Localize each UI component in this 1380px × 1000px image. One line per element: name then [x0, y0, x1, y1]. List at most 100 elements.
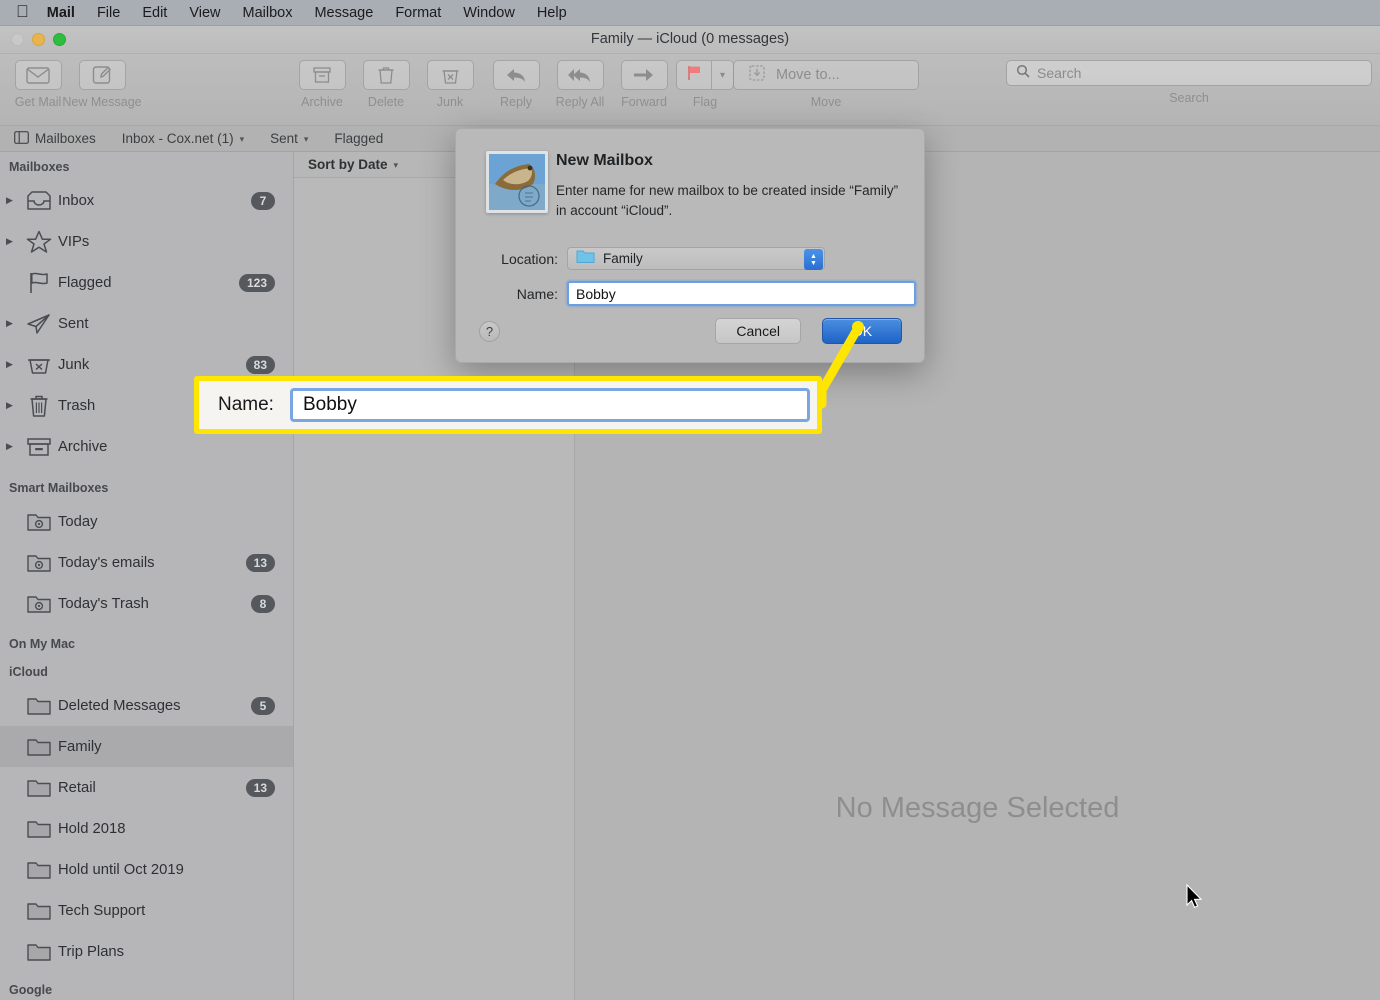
favorite-inbox-cox[interactable]: Inbox - Cox.net (1) ▾ — [122, 131, 244, 146]
reply-label: Reply — [500, 95, 532, 109]
mailbox-sidebar[interactable]: Mailboxes ▶ Inbox 7 ▶ VIPs Flagged 123 ▶… — [0, 152, 294, 1000]
favorite-flagged[interactable]: Flagged — [334, 131, 383, 146]
question-mark-icon: ? — [485, 324, 494, 339]
junk-button[interactable]: Junk — [418, 60, 482, 109]
search-placeholder: Search — [1037, 65, 1082, 81]
sidebar-item-label: Family — [58, 738, 102, 755]
smart-folder-icon — [20, 552, 58, 573]
sidebar-item-todays-emails[interactable]: Today's emails 13 — [0, 542, 293, 583]
menu-item-file[interactable]: File — [97, 5, 120, 21]
sidebar-item-today[interactable]: Today — [0, 501, 293, 542]
chevron-down-icon[interactable]: ▾ — [394, 160, 399, 171]
sidebar-item-tech-support[interactable]: Tech Support — [0, 890, 293, 931]
unread-badge: 7 — [251, 191, 275, 210]
disclosure-triangle-icon[interactable]: ▶ — [6, 318, 20, 329]
sidebar-section-google: Google — [9, 983, 53, 997]
sidebar-item-label: Archive — [58, 438, 108, 455]
reply-all-label: Reply All — [555, 95, 605, 109]
stepper-icon[interactable]: ▲ ▼ — [804, 249, 823, 270]
archive-button[interactable]: Archive — [290, 60, 354, 109]
sidebar-item-label: Retail — [58, 779, 96, 796]
menu-item-message[interactable]: Message — [314, 5, 373, 21]
location-select[interactable]: Family ▲ ▼ — [567, 247, 825, 270]
folder-icon — [20, 900, 58, 921]
menu-item-mail[interactable]: Mail — [47, 5, 75, 21]
sidebar-item-trip-plans[interactable]: Trip Plans — [0, 931, 293, 972]
disclosure-triangle-icon[interactable]: ▶ — [6, 236, 20, 247]
archive-box-icon — [298, 60, 346, 90]
toolbar-group-flag: ▾ Flag — [676, 60, 734, 109]
favorite-flagged-label: Flagged — [334, 131, 384, 146]
unread-badge: 83 — [245, 355, 275, 374]
paper-plane-icon — [20, 313, 58, 335]
mailbox-name-input[interactable]: Bobby — [567, 281, 916, 306]
favorite-sent[interactable]: Sent ▾ — [270, 131, 308, 146]
forward-button[interactable]: Forward — [612, 60, 676, 109]
menu-item-window[interactable]: Window — [463, 5, 515, 21]
new-message-label: New Message — [62, 95, 142, 109]
sidebar-item-sent[interactable]: ▶ Sent — [0, 303, 293, 344]
sidebar-item-retail[interactable]: Retail 13 — [0, 767, 293, 808]
chevron-down-icon: ▾ — [239, 134, 245, 144]
mailboxes-label: Mailboxes — [35, 131, 96, 146]
sidebar-item-family[interactable]: Family — [0, 726, 293, 767]
disclosure-triangle-icon[interactable]: ▶ — [6, 195, 20, 206]
flag-button[interactable] — [676, 60, 712, 90]
sidebar-item-vips[interactable]: ▶ VIPs — [0, 221, 293, 262]
search-icon — [1016, 64, 1030, 83]
sidebar-item-label: Hold 2018 — [58, 820, 126, 837]
delete-button[interactable]: Delete — [354, 60, 418, 109]
unread-badge: 8 — [251, 594, 275, 613]
sidebar-item-label: Flagged — [58, 274, 112, 291]
favorite-sent-label: Sent — [270, 131, 298, 146]
new-message-button[interactable]: New Message — [62, 60, 142, 109]
star-icon — [20, 230, 58, 254]
toolbar: Get Mail New Message Archive Delete Junk… — [0, 54, 1380, 126]
cancel-button[interactable]: Cancel — [715, 318, 801, 344]
move-to-button[interactable]: Move to... — [733, 60, 919, 90]
sidebar-item-flagged[interactable]: Flagged 123 — [0, 262, 293, 303]
flag-dropdown-button[interactable]: ▾ — [712, 60, 734, 90]
help-button[interactable]: ? — [479, 321, 500, 342]
trash-icon — [362, 60, 410, 90]
sidebar-item-label: Trash — [58, 397, 96, 414]
sidebar-item-label: Inbox — [58, 192, 95, 209]
inbox-tray-icon — [20, 190, 58, 212]
sidebar-item-hold-2018[interactable]: Hold 2018 — [0, 808, 293, 849]
sidebar-toggle-icon — [14, 130, 29, 147]
sidebar-item-label: Deleted Messages — [58, 697, 181, 714]
toolbar-group-mail: Get Mail New Message — [6, 60, 142, 109]
reply-all-button[interactable]: Reply All — [548, 60, 612, 109]
menu-item-format[interactable]: Format — [395, 5, 441, 21]
chevron-down-icon: ▾ — [719, 69, 726, 81]
move-group-label: Move — [810, 95, 842, 109]
disclosure-triangle-icon[interactable]: ▶ — [6, 441, 20, 452]
favorite-inbox-cox-label: Inbox - Cox.net (1) — [121, 131, 234, 146]
search-input[interactable]: Search — [1006, 60, 1372, 86]
folder-icon — [576, 249, 595, 269]
reply-button[interactable]: Reply — [484, 60, 548, 109]
toolbar-group-search: Search Search — [1006, 60, 1372, 105]
menu-item-mailbox[interactable]: Mailbox — [243, 5, 293, 21]
mouse-cursor — [1186, 884, 1203, 909]
unread-badge: 123 — [238, 273, 275, 292]
reply-all-arrow-icon — [556, 60, 604, 90]
disclosure-triangle-icon[interactable]: ▶ — [6, 400, 20, 411]
smart-folder-icon — [20, 593, 58, 614]
menu-bar:  Mail File Edit View Mailbox Message Fo… — [0, 0, 1380, 26]
apple-logo-icon[interactable]:  — [16, 3, 29, 20]
callout-name-input[interactable]: Bobby — [289, 388, 810, 422]
mailboxes-toggle[interactable]: Mailboxes — [14, 130, 96, 147]
menu-item-view[interactable]: View — [189, 5, 220, 21]
sidebar-item-inbox[interactable]: ▶ Inbox 7 — [0, 180, 293, 221]
disclosure-triangle-icon[interactable]: ▶ — [6, 359, 20, 370]
sidebar-item-deleted-messages[interactable]: Deleted Messages 5 — [0, 685, 293, 726]
menu-item-edit[interactable]: Edit — [142, 5, 167, 21]
sidebar-item-hold-until-oct-2019[interactable]: Hold until Oct 2019 — [0, 849, 293, 890]
sidebar-item-todays-trash[interactable]: Today's Trash 8 — [0, 583, 293, 624]
menu-item-help[interactable]: Help — [537, 5, 567, 21]
ok-button[interactable]: OK — [822, 318, 902, 344]
get-mail-button[interactable]: Get Mail — [6, 60, 70, 109]
mail-stamp-icon — [486, 151, 548, 213]
sort-by-label: Sort by Date — [308, 157, 388, 172]
